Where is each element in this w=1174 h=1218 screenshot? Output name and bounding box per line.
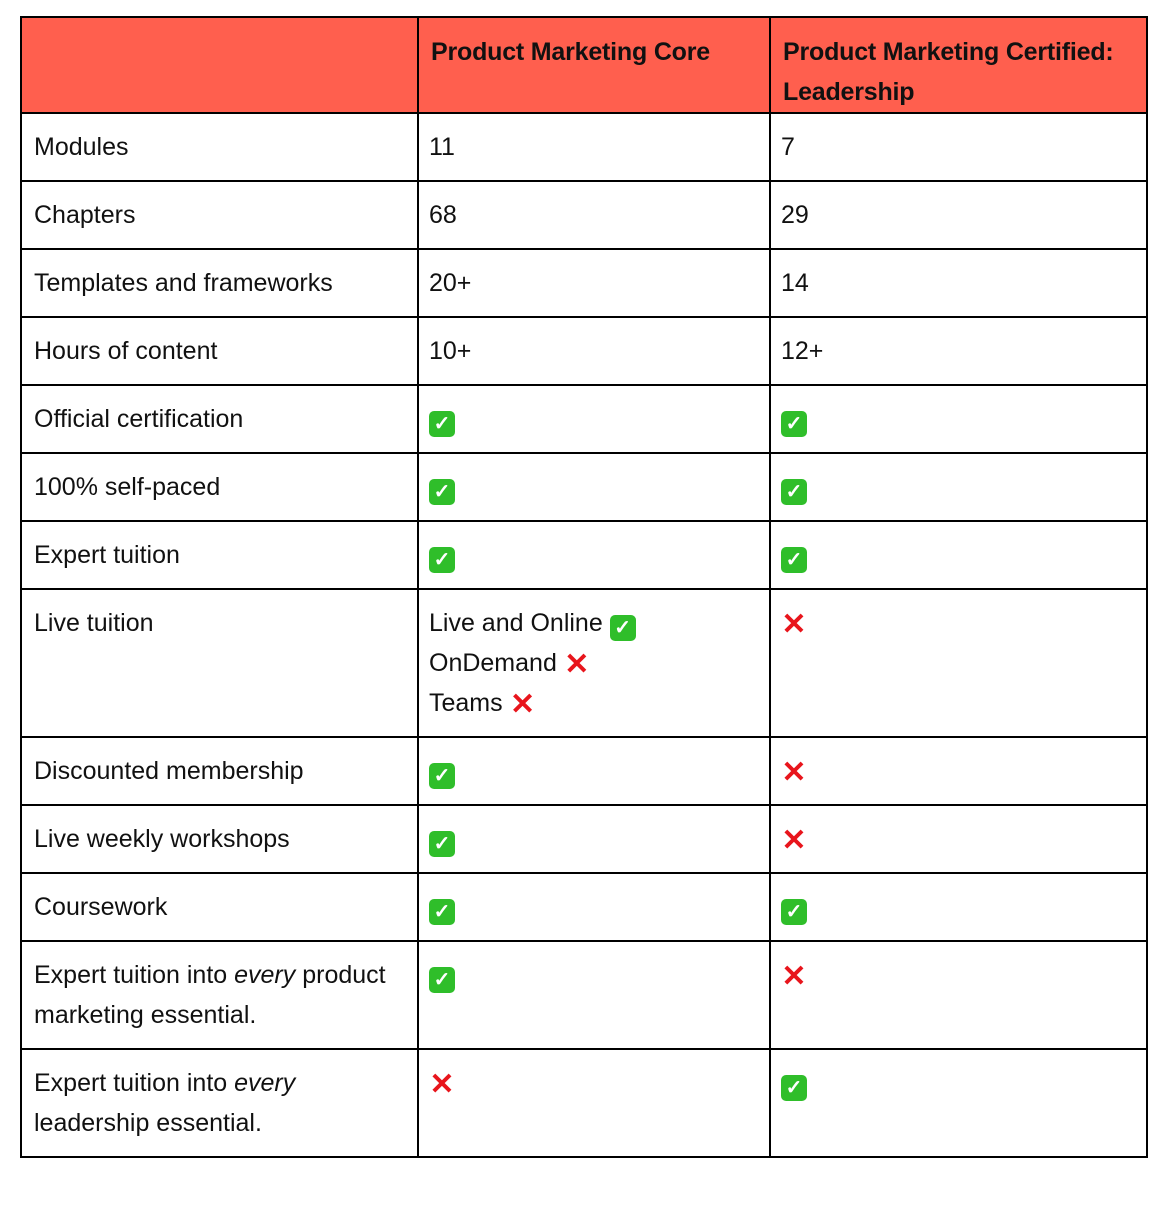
table-row: 100% self-paced ✓ ✓ <box>20 452 1148 522</box>
leadership-cell: ✓ <box>769 872 1148 942</box>
check-mark-button-icon: ✓ <box>429 547 455 573</box>
leadership-cell: ✓ <box>769 452 1148 522</box>
core-cell: 10+ <box>417 316 771 386</box>
cross-mark-icon: ✕ <box>781 756 807 789</box>
cell-value: 10+ <box>429 337 472 365</box>
table-row: Hours of content 10+ 12+ <box>20 316 1148 386</box>
core-cell: ✓ <box>417 804 771 874</box>
feature-label: Live weekly workshops <box>20 804 419 874</box>
option-label: Live and Online <box>429 609 610 637</box>
leadership-cell: ✓ <box>769 1048 1148 1158</box>
check-mark-button-icon: ✓ <box>429 411 455 437</box>
cell-value: 12+ <box>781 337 824 365</box>
core-cell: ✓ <box>417 736 771 806</box>
feature-label: Expert tuition <box>20 520 419 590</box>
table-row: Chapters 68 29 <box>20 180 1148 250</box>
comparison-table: Product Marketing Core Product Marketing… <box>20 16 1148 1158</box>
feature-label: 100% self-paced <box>20 452 419 522</box>
option-label: Teams <box>429 689 510 717</box>
leadership-cell: ✕ <box>769 940 1148 1050</box>
check-mark-button-icon: ✓ <box>781 479 807 505</box>
leadership-cell: 14 <box>769 248 1148 318</box>
leadership-cell: ✕ <box>769 804 1148 874</box>
emphasis-text: every <box>234 961 296 989</box>
check-mark-button-icon: ✓ <box>781 411 807 437</box>
header-feature <box>20 16 419 114</box>
core-cell: ✓ <box>417 384 771 454</box>
leadership-cell: ✕ <box>769 736 1148 806</box>
table-row: Templates and frameworks 20+ 14 <box>20 248 1148 318</box>
cross-mark-icon: ✕ <box>781 960 807 993</box>
leadership-cell: 29 <box>769 180 1148 250</box>
live-tuition-option: Live and Online ✓ <box>429 603 757 643</box>
cross-mark-icon: ✕ <box>564 648 590 681</box>
feature-label: Official certification <box>20 384 419 454</box>
leadership-cell: 7 <box>769 112 1148 182</box>
core-cell: ✓ <box>417 452 771 522</box>
feature-label: Expert tuition into every leadership ess… <box>20 1048 419 1158</box>
check-mark-button-icon: ✓ <box>781 899 807 925</box>
feature-label: Hours of content <box>20 316 419 386</box>
feature-label: Modules <box>20 112 419 182</box>
feature-label: Live tuition <box>20 588 419 738</box>
table-row: Expert tuition into every product market… <box>20 940 1148 1050</box>
table-row: Discounted membership ✓ ✕ <box>20 736 1148 806</box>
live-tuition-option: OnDemand ✕ <box>429 643 757 683</box>
core-cell: 68 <box>417 180 771 250</box>
label-text: Expert tuition into <box>34 961 235 989</box>
feature-label: Expert tuition into every product market… <box>20 940 419 1050</box>
cross-mark-icon: ✕ <box>781 824 807 857</box>
cross-mark-icon: ✕ <box>429 1068 455 1101</box>
feature-label: Discounted membership <box>20 736 419 806</box>
leadership-cell: ✓ <box>769 384 1148 454</box>
core-cell: 11 <box>417 112 771 182</box>
table-row: Expert tuition into every leadership ess… <box>20 1048 1148 1158</box>
check-mark-button-icon: ✓ <box>429 967 455 993</box>
option-label: OnDemand <box>429 649 564 677</box>
cell-value: 29 <box>781 201 809 229</box>
cell-value: 7 <box>781 133 795 161</box>
header-row: Product Marketing Core Product Marketing… <box>20 16 1148 114</box>
table-row: Modules 11 7 <box>20 112 1148 182</box>
header-core: Product Marketing Core <box>417 16 771 114</box>
cell-value: 68 <box>429 201 457 229</box>
core-cell: 20+ <box>417 248 771 318</box>
check-mark-button-icon: ✓ <box>429 763 455 789</box>
label-text: leadership essential. <box>34 1109 262 1137</box>
label-text: Expert tuition into <box>34 1069 235 1097</box>
feature-label: Templates and frameworks <box>20 248 419 318</box>
table-row: Live tuition Live and Online ✓ OnDemand ✕ T… <box>20 588 1148 738</box>
core-cell: ✓ <box>417 940 771 1050</box>
core-cell: ✕ <box>417 1048 771 1158</box>
core-cell: Live and Online ✓ OnDemand ✕ Teams ✕ <box>417 588 771 738</box>
cell-value: 20+ <box>429 269 472 297</box>
check-mark-button-icon: ✓ <box>429 899 455 925</box>
table-row: Live weekly workshops ✓ ✕ <box>20 804 1148 874</box>
check-mark-button-icon: ✓ <box>781 1075 807 1101</box>
leadership-cell: 12+ <box>769 316 1148 386</box>
core-cell: ✓ <box>417 872 771 942</box>
feature-label: Coursework <box>20 872 419 942</box>
live-tuition-option: Teams ✕ <box>429 683 757 723</box>
leadership-cell: ✓ <box>769 520 1148 590</box>
cross-mark-icon: ✕ <box>510 688 536 721</box>
check-mark-button-icon: ✓ <box>429 479 455 505</box>
check-mark-button-icon: ✓ <box>429 831 455 857</box>
table-row: Coursework ✓ ✓ <box>20 872 1148 942</box>
cross-mark-icon: ✕ <box>781 608 807 641</box>
table-row: Expert tuition ✓ ✓ <box>20 520 1148 590</box>
core-cell: ✓ <box>417 520 771 590</box>
cell-value: 11 <box>429 133 455 161</box>
check-mark-button-icon: ✓ <box>781 547 807 573</box>
check-mark-button-icon: ✓ <box>609 615 636 641</box>
table-row: Official certification ✓ ✓ <box>20 384 1148 454</box>
header-leadership: Product Marketing Certified: Leadership <box>769 16 1148 114</box>
cell-value: 14 <box>781 269 809 297</box>
feature-label: Chapters <box>20 180 419 250</box>
leadership-cell: ✕ <box>769 588 1148 738</box>
emphasis-text: every <box>234 1069 296 1097</box>
